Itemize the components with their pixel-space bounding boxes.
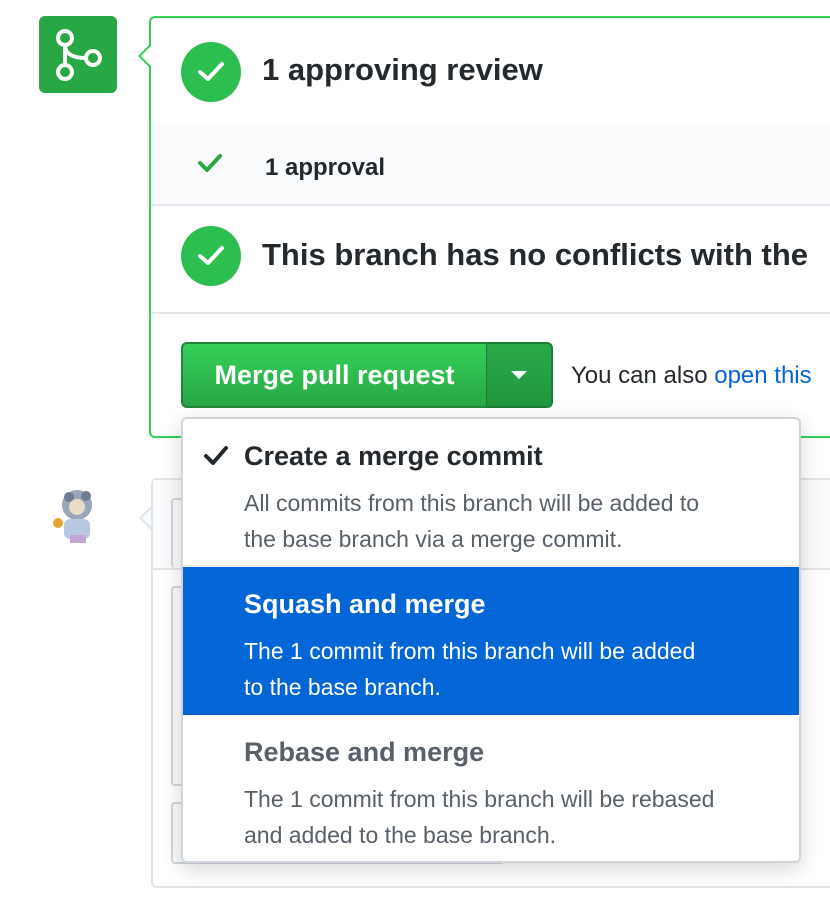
merge-method-dropdown-button[interactable] [487, 342, 553, 408]
menu-item-description: The 1 commit from this branch will be ad… [244, 633, 784, 705]
approval-count: 1 approval [265, 154, 386, 181]
menu-item-title: Rebase and merge [244, 737, 485, 767]
menu-item-description-line: All commits from this branch will be add… [244, 490, 700, 516]
menu-item-description: The 1 commit from this branch will be re… [244, 781, 784, 853]
avatar[interactable] [44, 483, 110, 549]
check-icon [203, 445, 229, 472]
open-this-link[interactable]: open this [714, 362, 811, 389]
menu-item-description: All commits from this branch will be add… [244, 485, 784, 557]
menu-item-description-line: The 1 commit from this branch will be re… [244, 786, 715, 812]
menu-item-create-merge-commit[interactable]: Create a merge commit All commits from t… [183, 419, 799, 567]
menu-item-title: Squash and merge [244, 589, 486, 619]
review-status-section: 1 approving review [151, 18, 830, 126]
menu-item-rebase-and-merge[interactable]: Rebase and merge The 1 commit from this … [183, 715, 799, 861]
timeline-caret-inner [141, 46, 151, 66]
menu-item-description-line: The 1 commit from this branch will be ad… [244, 638, 696, 664]
check-circle-icon [181, 226, 241, 286]
merge-pull-request-button[interactable]: Merge pull request [181, 342, 487, 408]
menu-item-description-line: and added to the base branch. [244, 822, 557, 848]
alternative-options-text: You can also open this [571, 362, 812, 390]
menu-item-squash-and-merge[interactable]: Squash and merge The 1 commit from this … [183, 567, 799, 715]
menu-item-title: Create a merge commit [244, 441, 543, 471]
check-circle-icon [181, 42, 241, 102]
check-icon [197, 152, 223, 179]
git-merge-icon [39, 16, 117, 93]
merge-button-group: Merge pull request [181, 342, 553, 408]
menu-item-description-line: to the base branch. [244, 674, 441, 700]
review-status-title: 1 approving review [262, 52, 543, 87]
also-prefix: You can also [571, 362, 715, 389]
approval-row[interactable]: 1 approval [151, 124, 830, 206]
conflict-status-title: This branch has no conflicts with the [262, 237, 808, 272]
pull-request-merge-page: 1 approving review 1 approval This branc… [0, 0, 830, 912]
merge-method-menu: Create a merge commit All commits from t… [181, 417, 801, 863]
conflict-status-section: This branch has no conflicts with the [151, 204, 830, 314]
merge-status-box: 1 approving review 1 approval This branc… [149, 16, 830, 438]
triangle-down-icon [511, 371, 527, 379]
menu-item-description-line: the base branch via a merge commit. [244, 526, 623, 552]
